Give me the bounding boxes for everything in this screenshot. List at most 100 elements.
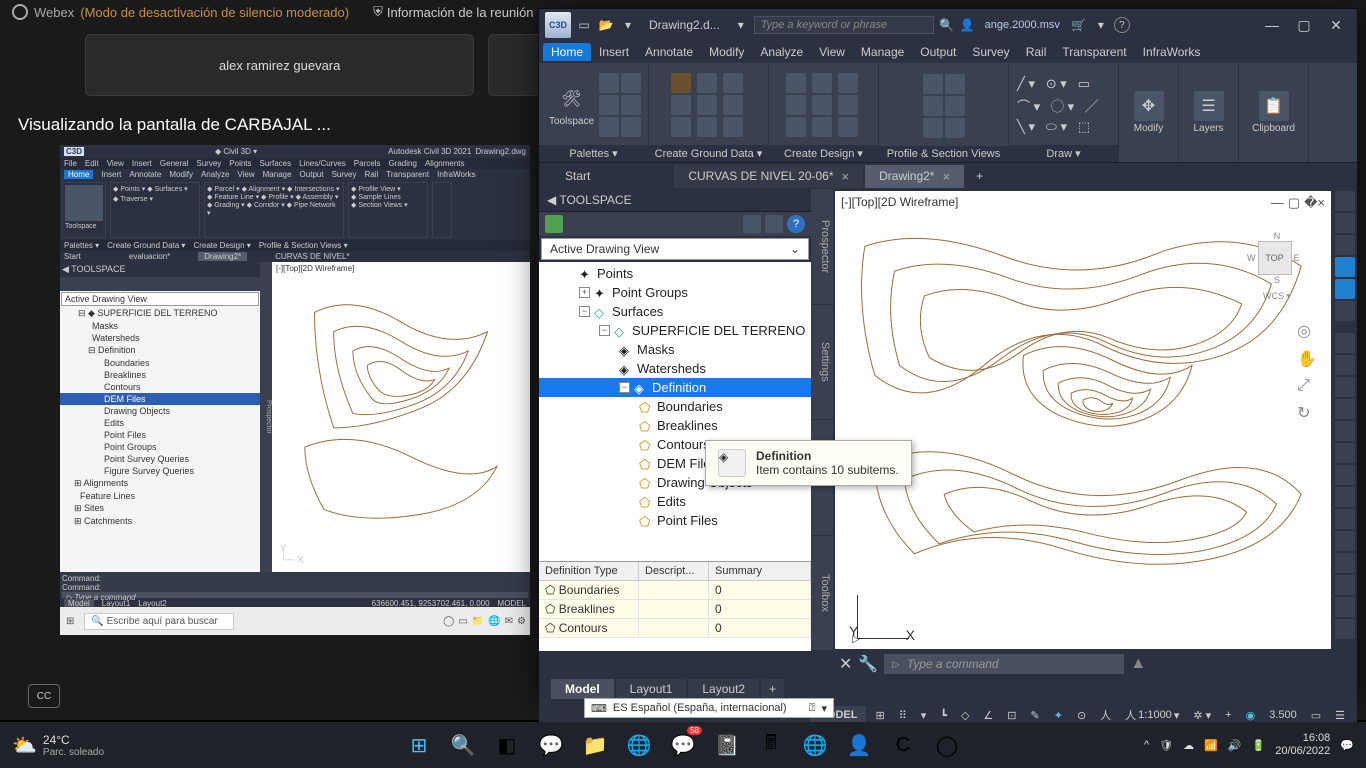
nav-wheel-icon[interactable]: ◎ xyxy=(1297,321,1317,341)
ground-icon[interactable] xyxy=(697,73,717,93)
grid-header[interactable]: Definition Type xyxy=(539,562,639,580)
palette-icon[interactable] xyxy=(599,117,619,137)
app-dropdown-icon[interactable]: ▾ xyxy=(1092,16,1110,34)
layers-button[interactable]: ☰Layers xyxy=(1184,81,1234,145)
status-icon[interactable]: ◉ xyxy=(1242,707,1260,724)
tool-icon[interactable] xyxy=(1335,597,1355,617)
tool-icon[interactable] xyxy=(1335,279,1355,299)
vp-maximize-icon[interactable]: ▢ xyxy=(1288,195,1300,211)
line-tool-icon[interactable]: ╱ ▾ ⊙ ▾ ▭ xyxy=(1017,76,1090,92)
taskview-button[interactable]: ◧ xyxy=(488,726,526,764)
ground-icon[interactable] xyxy=(697,117,717,137)
design-icon[interactable] xyxy=(786,117,806,137)
user-name[interactable]: ange.2000.msv xyxy=(985,19,1060,31)
qat-dropdown-icon[interactable]: ▾ xyxy=(619,16,637,34)
tool-icon[interactable] xyxy=(1335,487,1355,507)
mini-tree-item[interactable]: Definition xyxy=(98,345,136,355)
tool-icon[interactable] xyxy=(1335,465,1355,485)
taskbar-app-icon[interactable]: 👤 xyxy=(840,726,878,764)
viewcube-w[interactable]: W xyxy=(1247,253,1256,263)
cmd-config-icon[interactable]: 🔧 xyxy=(858,654,878,674)
design-icon[interactable] xyxy=(812,73,832,93)
clipboard-button[interactable]: 📋Clipboard xyxy=(1249,81,1299,145)
mini-tree-item[interactable]: Edits xyxy=(60,417,260,429)
orbit-icon[interactable]: ↻ xyxy=(1297,403,1317,423)
mini-tree-item[interactable]: Masks xyxy=(60,320,260,332)
c3d-logo-icon[interactable]: C3D xyxy=(545,12,571,38)
ts-tool-icon[interactable] xyxy=(743,215,761,233)
tb-mini-icon[interactable]: ▭ xyxy=(458,616,467,627)
cmd-history-icon[interactable]: ▲ xyxy=(1130,655,1146,673)
volume-icon[interactable]: 🔊 xyxy=(1228,739,1242,752)
tb-mini-icon[interactable]: 📁 xyxy=(472,616,484,627)
onedrive-icon[interactable]: ☁ xyxy=(1183,739,1194,752)
grid-row[interactable]: ⬠ Contours0 xyxy=(539,619,811,638)
status-icon[interactable]: ⊡ xyxy=(1003,707,1020,724)
polyline-tool-icon[interactable]: ⌒ ▾ ◯ ▾ ╱ xyxy=(1017,96,1098,115)
tool-icon[interactable] xyxy=(1335,377,1355,397)
tree-masks[interactable]: ◈Masks xyxy=(539,340,811,359)
mini-tab[interactable]: Manage xyxy=(263,170,292,179)
status-icon[interactable]: ✲ ▾ xyxy=(1189,707,1215,724)
toolspace-icon[interactable] xyxy=(65,185,103,221)
mini-menu-item[interactable]: File xyxy=(64,159,77,168)
mini-menu-item[interactable]: Parcels xyxy=(354,159,381,168)
tab-transparent[interactable]: Transparent xyxy=(1054,43,1134,61)
ts-tool-icon[interactable] xyxy=(765,215,783,233)
windows-search-input[interactable]: 🔍 Escribe aquí para buscar xyxy=(84,613,234,630)
tool-icon[interactable] xyxy=(1335,333,1355,353)
mini-tree-item[interactable]: Point Files xyxy=(60,429,260,441)
mini-menu-item[interactable]: View xyxy=(107,159,124,168)
tray-chevron-icon[interactable]: ^ xyxy=(1144,739,1149,751)
panel-profile-section[interactable]: Profile & Section Views xyxy=(879,146,1008,162)
tab-analyze[interactable]: Analyze xyxy=(752,43,811,61)
tab-modify[interactable]: Modify xyxy=(701,43,752,61)
zoom-extents-icon[interactable]: ⤢ xyxy=(1297,377,1317,395)
vp-close-icon[interactable]: �× xyxy=(1304,195,1325,211)
design-icon[interactable] xyxy=(838,117,858,137)
viewcube-e[interactable]: E xyxy=(1294,253,1300,263)
start-tab[interactable]: Start xyxy=(545,165,610,187)
explorer-icon[interactable]: 📁 xyxy=(576,726,614,764)
tool-icon[interactable] xyxy=(1335,531,1355,551)
arc-tool-icon[interactable]: ╲ ▾ ⬭ ▾ ⬚ xyxy=(1017,119,1090,135)
mini-tree-item[interactable]: Feature Lines xyxy=(60,490,260,502)
civil3d-icon[interactable]: C xyxy=(884,726,922,764)
ground-icon[interactable] xyxy=(723,73,743,93)
open-icon[interactable]: 📂 xyxy=(597,16,615,34)
tool-icon[interactable] xyxy=(1335,213,1355,233)
mini-tree-item[interactable]: Drawing Objects xyxy=(60,405,260,417)
participant-tile[interactable]: alex ramirez guevara xyxy=(85,34,474,96)
grid-header[interactable]: Summary xyxy=(709,562,811,580)
help-icon[interactable]: ? xyxy=(787,215,805,233)
tab-insert[interactable]: Insert xyxy=(591,43,637,61)
battery-icon[interactable]: 🔋 xyxy=(1252,739,1266,752)
status-grid-icon[interactable]: ⊞ xyxy=(872,707,889,724)
chrome-icon[interactable]: 🌐 xyxy=(620,726,658,764)
mini-tree-item[interactable]: Contours xyxy=(60,381,260,393)
edge-icon[interactable]: 🌐 xyxy=(796,726,834,764)
cart-icon[interactable]: 🛒 xyxy=(1070,16,1088,34)
minimize-button[interactable]: ― xyxy=(1257,15,1287,35)
mini-tree-item[interactable]: Point Groups xyxy=(60,441,260,453)
doc-tab-curvas[interactable]: CURVAS DE NIVEL 20-06*× xyxy=(674,165,863,188)
mini-panel-title[interactable]: Create Ground Data ▾ xyxy=(107,241,185,250)
viewport[interactable]: [-][Top][2D Wireframe] ― ▢ �× xyxy=(835,191,1331,649)
status-icon[interactable]: ⊙ xyxy=(1073,707,1090,724)
vp-minimize-icon[interactable]: ― xyxy=(1271,195,1284,211)
viewcube-top[interactable]: TOP xyxy=(1258,241,1292,275)
status-icon[interactable]: ▾ xyxy=(917,707,931,724)
mini-view-combo[interactable]: Active Drawing View xyxy=(61,292,259,306)
close-tab-icon[interactable]: × xyxy=(842,169,850,184)
help-icon[interactable]: ? xyxy=(1114,17,1130,33)
mini-menu-item[interactable]: Grading xyxy=(388,159,416,168)
mini-tree-item-selected[interactable]: DEM Files xyxy=(60,393,260,405)
tab-rail[interactable]: Rail xyxy=(1018,43,1055,61)
mini-doc-tab[interactable]: Drawing2* xyxy=(198,252,247,261)
tray-icon[interactable]: 🛡 xyxy=(1159,739,1173,752)
tool-icon[interactable] xyxy=(1335,301,1355,321)
palette-icon[interactable] xyxy=(599,73,619,93)
status-icon[interactable]: ▭ xyxy=(1307,707,1325,724)
ground-icon[interactable] xyxy=(671,95,691,115)
mini-panel-title[interactable]: Create Design ▾ xyxy=(193,241,250,250)
